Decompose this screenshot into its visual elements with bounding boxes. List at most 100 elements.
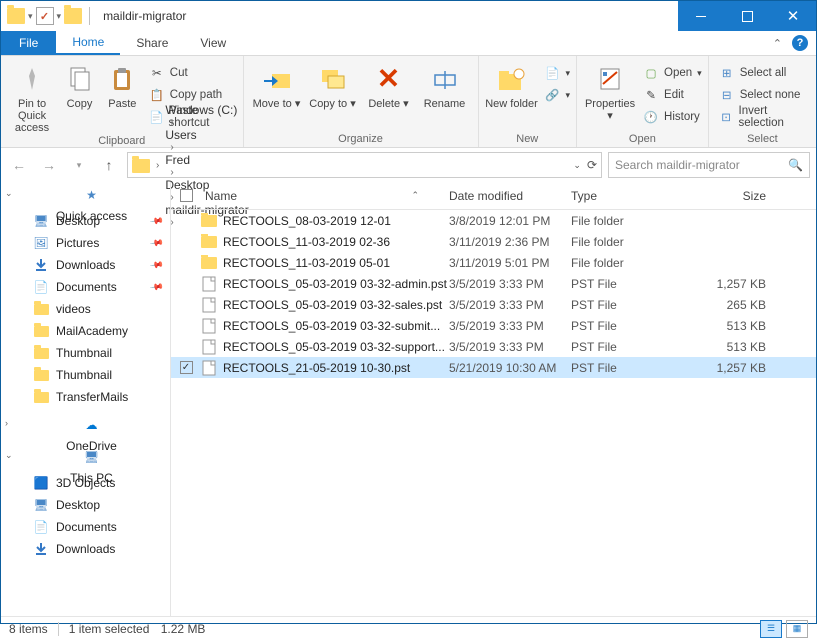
copy-button[interactable]: Copy [59, 59, 100, 110]
nav-item[interactable]: 📄Documents📌 [1, 276, 170, 298]
organize-group-label: Organize [250, 132, 472, 145]
nav-item[interactable]: 🟦3D Objects [1, 472, 170, 494]
rename-icon [429, 63, 461, 95]
nav-item[interactable]: 🖥Desktop📌 [1, 210, 170, 232]
forward-button[interactable]: → [37, 153, 61, 177]
file-row[interactable]: RECTOOLS_11-03-2019 02-363/11/2019 2:36 … [171, 231, 816, 252]
select-all-checkbox[interactable] [171, 189, 201, 202]
onedrive-header[interactable]: › ☁ OneDrive [1, 418, 170, 440]
pin-quick-access-button[interactable]: Pin to Quick access [7, 59, 57, 134]
quick-access-icon: ★ [84, 188, 100, 202]
pictures-icon: 🖼 [33, 235, 49, 251]
pin-icon: 📌 [149, 213, 164, 228]
paste-button[interactable]: Paste [102, 59, 143, 110]
file-row[interactable]: RECTOOLS_05-03-2019 03-32-admin.pst3/5/2… [171, 273, 816, 294]
minimize-ribbon-button[interactable]: ⌃ [773, 37, 782, 50]
share-tab[interactable]: Share [120, 31, 184, 55]
nav-item[interactable]: Thumbnail [1, 342, 170, 364]
easy-access-button[interactable]: 🔗▾ [545, 85, 571, 105]
minimize-button[interactable] [678, 1, 724, 31]
edit-button[interactable]: ✎Edit [643, 85, 702, 105]
column-size-header[interactable]: Size [689, 189, 816, 203]
qat-dropdown-2[interactable]: ▾ [57, 11, 62, 22]
expand-icon[interactable]: ⌄ [5, 188, 13, 199]
column-type-header[interactable]: Type [571, 189, 689, 203]
expand-icon[interactable]: › [5, 418, 8, 428]
address-folder-icon [132, 159, 150, 173]
rename-button[interactable]: Rename [418, 59, 472, 110]
copy-to-button[interactable]: Copy to ▾ [306, 59, 360, 110]
3d-icon: 🟦 [33, 475, 49, 491]
nav-item[interactable]: TransferMails [1, 386, 170, 408]
file-tab[interactable]: File [1, 31, 56, 55]
new-item-button[interactable]: 📄▾ [545, 63, 571, 83]
breadcrumb-segment[interactable]: Users [165, 128, 248, 142]
delete-button[interactable]: ✕ Delete ▾ [362, 59, 416, 110]
downloads-icon [33, 257, 49, 273]
nav-item[interactable]: Downloads [1, 538, 170, 560]
address-dropdown[interactable]: ⌄ [573, 160, 581, 171]
select-none-button[interactable]: ⊟Select none [719, 85, 810, 105]
close-button[interactable]: ✕ [770, 1, 816, 31]
file-row[interactable]: RECTOOLS_08-03-2019 12-013/8/2019 12:01 … [171, 210, 816, 231]
view-tab[interactable]: View [184, 31, 242, 55]
home-tab[interactable]: Home [56, 31, 120, 55]
select-none-icon: ⊟ [719, 87, 735, 103]
onedrive-icon: ☁ [84, 418, 100, 432]
search-input[interactable]: Search maildir-migrator 🔍 [608, 152, 810, 178]
up-button[interactable]: ↑ [97, 153, 121, 177]
qat-folder2-icon[interactable] [64, 8, 82, 24]
nav-item[interactable]: 🖥Desktop [1, 494, 170, 516]
file-row[interactable]: RECTOOLS_11-03-2019 05-013/11/2019 5:01 … [171, 252, 816, 273]
new-folder-button[interactable]: New folder [485, 59, 539, 110]
breadcrumb-separator[interactable]: › [165, 167, 248, 178]
column-date-header[interactable]: Date modified [449, 189, 571, 203]
nav-item[interactable]: 🖼Pictures📌 [1, 232, 170, 254]
invert-selection-button[interactable]: ⊡Invert selection [719, 107, 810, 127]
file-row[interactable]: ✓RECTOOLS_21-05-2019 10-30.pst5/21/2019 … [171, 357, 816, 378]
properties-button[interactable]: Properties ▾ [583, 59, 637, 122]
breadcrumb-segment[interactable]: Windows (C:) [165, 103, 248, 117]
open-button[interactable]: ▢Open ▾ [643, 63, 702, 83]
nav-item[interactable]: videos [1, 298, 170, 320]
select-all-button[interactable]: ⊞Select all [719, 63, 810, 83]
file-row[interactable]: RECTOOLS_05-03-2019 03-32-support...3/5/… [171, 336, 816, 357]
large-icons-view-button[interactable]: ▦ [786, 620, 808, 638]
nav-item[interactable]: MailAcademy [1, 320, 170, 342]
recent-locations-button[interactable]: ▾ [67, 153, 91, 177]
expand-icon[interactable]: ⌄ [5, 450, 13, 461]
edit-icon: ✎ [643, 87, 659, 103]
quick-access-header[interactable]: ⌄ ★ Quick access [1, 188, 170, 210]
refresh-button[interactable]: ⟳ [587, 158, 597, 172]
folder-icon [33, 323, 49, 339]
nav-item[interactable]: Thumbnail [1, 364, 170, 386]
file-row[interactable]: RECTOOLS_05-03-2019 03-32-sales.pst3/5/2… [171, 294, 816, 315]
breadcrumb-segment[interactable]: Fred [165, 153, 248, 167]
move-to-button[interactable]: Move to ▾ [250, 59, 304, 110]
breadcrumb-separator[interactable]: › [165, 142, 248, 153]
file-row[interactable]: RECTOOLS_05-03-2019 03-32-submit...3/5/2… [171, 315, 816, 336]
row-checkbox[interactable]: ✓ [171, 361, 201, 374]
breadcrumb-separator[interactable]: › [165, 117, 248, 128]
qat-separator [89, 7, 90, 25]
history-icon: 🕐 [643, 109, 659, 125]
qat-dropdown-1[interactable]: ▾ [28, 11, 33, 22]
address-bar[interactable]: › Windows (C:)›Users›Fred›Desktop›maildi… [127, 152, 602, 178]
details-view-button[interactable]: ☰ [760, 620, 782, 638]
cut-button[interactable]: ✂Cut [149, 63, 237, 83]
column-name-header[interactable]: Name⌃ [201, 189, 449, 203]
qat-folder-icon[interactable] [7, 8, 25, 24]
this-pc-header[interactable]: ⌄ 🖥 This PC [1, 450, 170, 472]
new-folder-icon [496, 63, 528, 95]
folder-icon [201, 234, 217, 250]
back-button[interactable]: ← [7, 153, 31, 177]
maximize-button[interactable] [724, 1, 770, 31]
history-button[interactable]: 🕐History [643, 107, 702, 127]
nav-item[interactable]: Downloads📌 [1, 254, 170, 276]
open-icon: ▢ [643, 65, 659, 81]
nav-item[interactable]: 📄Documents [1, 516, 170, 538]
help-button[interactable]: ? [792, 35, 808, 51]
navigation-pane[interactable]: ⌄ ★ Quick access 🖥Desktop📌🖼Pictures📌Down… [1, 182, 171, 616]
qat-properties-icon[interactable]: ✓ [36, 7, 54, 25]
move-to-icon [261, 63, 293, 95]
